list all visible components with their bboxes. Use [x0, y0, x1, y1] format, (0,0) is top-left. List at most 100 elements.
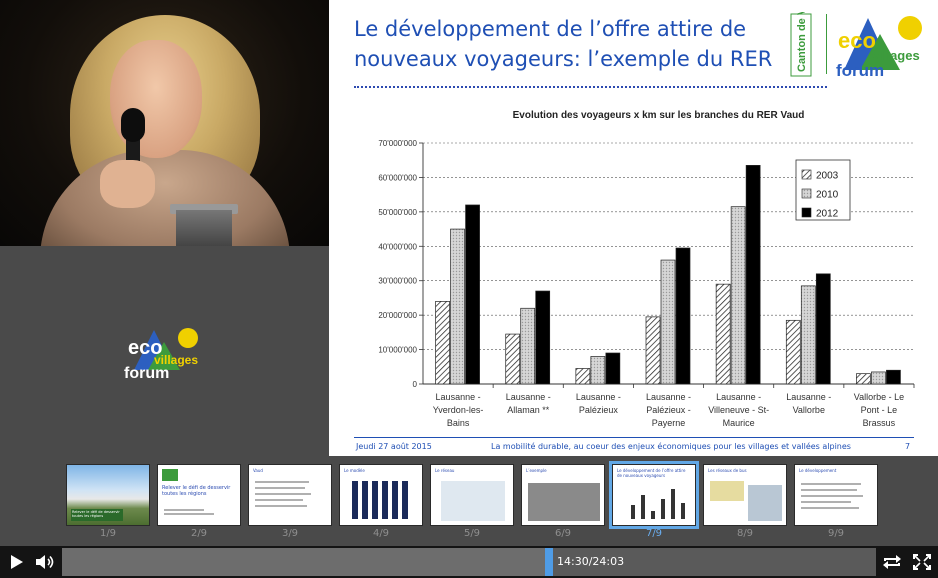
thumbnail-3-line	[255, 481, 309, 483]
y-tick-label: 40'000'000	[378, 242, 417, 251]
thumbnail-7-bar	[631, 505, 635, 519]
thumbnail-5-title: Le réseau	[435, 468, 455, 473]
thumbnail-2[interactable]: Relever le défi de desservir toutes les …	[157, 464, 241, 526]
chart-plot-area: Evolution des voyageurs x km sur les bra…	[378, 110, 915, 428]
thumbnail-9-title: Le développement	[799, 468, 837, 473]
thumbnail-8-photo	[748, 485, 782, 521]
thumbnail-2-logo	[162, 469, 178, 481]
thumbnail-8-number: 8/9	[736, 528, 754, 539]
thumbnail-5-map	[441, 481, 505, 521]
slide-eco-logo: eco villages forum	[836, 16, 922, 78]
legend-swatch-2003	[801, 169, 812, 180]
thumbnail-7-bar	[651, 511, 655, 519]
thumbnail-5[interactable]: Le réseau	[430, 464, 514, 526]
legend-swatch-2012	[801, 207, 812, 218]
thumbnail-9[interactable]: Le développement	[794, 464, 878, 526]
bar-2012	[886, 369, 901, 385]
x-tick-label: Bains	[447, 418, 470, 428]
bar-2003	[435, 301, 450, 385]
thumbnail-9-line	[801, 501, 851, 503]
time-display: 14:30/24:03	[557, 555, 625, 568]
title-divider	[354, 86, 827, 88]
bar-2003	[856, 373, 871, 385]
bar-2012	[465, 204, 480, 385]
thumbnail-6[interactable]: L’exemple	[521, 464, 605, 526]
y-tick-label: 50'000'000	[378, 208, 417, 217]
bar-2010	[450, 228, 465, 385]
thumbnail-1-number: 1/9	[99, 528, 117, 539]
thumbnail-4-bar	[402, 481, 408, 519]
thumbnail-7[interactable]: Le développement de l’offre attire de no…	[609, 461, 699, 529]
thumbnail-1-title: Relever le défi de desservir toutes les …	[71, 509, 123, 521]
legend-label-2010: 2010	[816, 190, 839, 201]
slide-logo-forum: forum	[836, 61, 884, 78]
legend-swatch-2010	[801, 188, 812, 199]
bar-2012	[605, 352, 621, 385]
y-tick-label: 30'000'000	[378, 277, 417, 286]
footer-divider	[354, 437, 914, 438]
thumbnail-6-title: L’exemple	[526, 468, 547, 473]
thumbnail-4-number: 4/9	[372, 528, 390, 539]
bar-2010	[800, 285, 816, 385]
player-controls: 14:30/24:03	[0, 546, 938, 578]
loop-icon	[883, 555, 901, 569]
fullscreen-button[interactable]	[907, 546, 937, 578]
y-tick-label: 70'000'000	[378, 139, 417, 148]
bar-2003	[715, 283, 731, 385]
loop-button[interactable]	[877, 546, 907, 578]
progress-bar[interactable]: 14:30/24:03	[62, 548, 876, 576]
thumbnail-4-bar	[382, 481, 388, 519]
thumbnail-4-bar	[362, 481, 368, 519]
thumbnail-2-line	[164, 509, 204, 511]
speaker-video[interactable]	[0, 0, 329, 246]
legend-label-2003: 2003	[816, 171, 839, 182]
x-tick-label: Lausanne -	[506, 392, 551, 402]
thumbnail-7-title: Le développement de l’offre attire de no…	[617, 468, 686, 478]
thumbnail-3[interactable]: Vaud	[248, 464, 332, 526]
thumbnail-2-line	[164, 513, 214, 515]
bar-2012	[675, 247, 691, 385]
x-tick-label: Lausanne -	[576, 392, 621, 402]
thumbnail-7-bar	[641, 495, 645, 519]
x-tick-label: Yverdon-les-	[433, 405, 484, 415]
bar-2003	[645, 316, 661, 385]
logo-divider	[826, 14, 827, 74]
bar-2012	[535, 290, 551, 385]
thumbnail-7-bar	[681, 503, 685, 519]
y-tick-label: 0	[413, 380, 418, 389]
x-tick-label: Vallorbe - Le	[854, 392, 904, 402]
thumbnail-9-line	[801, 495, 863, 497]
thumbnail-4-bar	[352, 481, 358, 519]
x-tick-label: Payerne	[652, 418, 686, 428]
thumbnail-8-title: Les réseaux de bus	[708, 468, 747, 473]
microphone-head	[121, 108, 145, 142]
side-logo-pane: eco villages forum	[0, 246, 329, 456]
x-tick-label: Brassus	[863, 418, 896, 428]
bar-2003	[505, 333, 521, 385]
thumbnail-7-bar	[661, 499, 665, 519]
x-tick-label: Lausanne -	[716, 392, 761, 402]
x-tick-label: Palézieux -	[646, 405, 691, 415]
lectern	[176, 210, 232, 246]
progress-fill	[62, 548, 553, 576]
bar-2003	[575, 368, 591, 385]
thumbnail-4-title: Le modèle	[344, 468, 365, 473]
thumbnail-strip: Relever le défi de desservir toutes les …	[0, 456, 938, 546]
thumbnail-4[interactable]: Le modèle	[339, 464, 423, 526]
volume-button[interactable]	[30, 546, 60, 578]
x-tick-label: Maurice	[723, 418, 755, 428]
thumbnail-3-line	[255, 505, 307, 507]
play-icon	[11, 555, 23, 569]
fullscreen-icon	[913, 554, 931, 570]
progress-handle[interactable]	[545, 548, 553, 576]
vaud-logo-text: Canton de Vaud	[796, 12, 808, 72]
thumbnail-9-line	[801, 507, 859, 509]
logo-forum-text: forum	[124, 365, 169, 380]
play-button[interactable]	[2, 546, 32, 578]
slide-page-number: 7	[905, 442, 911, 451]
thumbnail-8[interactable]: Les réseaux de bus	[703, 464, 787, 526]
y-tick-label: 60'000'000	[378, 173, 417, 182]
thumbnail-4-bar	[392, 481, 398, 519]
thumbnail-3-number: 3/9	[281, 528, 299, 539]
thumbnail-1[interactable]: Relever le défi de desservir toutes les …	[66, 464, 150, 526]
